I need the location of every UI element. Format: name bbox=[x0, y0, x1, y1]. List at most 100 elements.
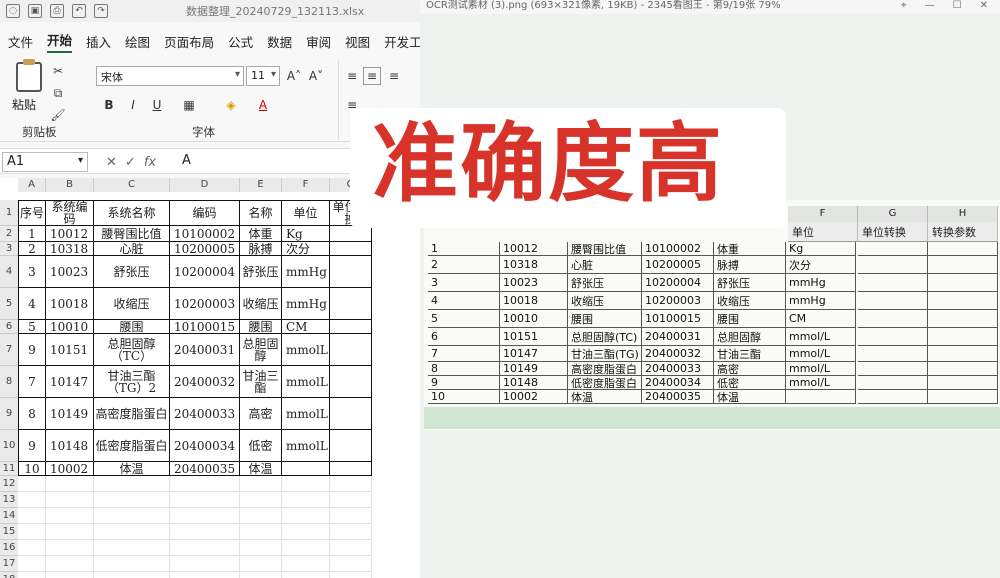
table-cell[interactable]: 10151 bbox=[46, 334, 94, 366]
paste-icon[interactable] bbox=[16, 59, 42, 92]
table-cell[interactable]: mmolL bbox=[282, 334, 330, 366]
table-cell[interactable]: mmHg bbox=[282, 256, 330, 288]
empty-cell[interactable] bbox=[282, 572, 330, 578]
table-cell[interactable]: 9 bbox=[18, 430, 46, 462]
table-cell[interactable]: 10147 bbox=[46, 366, 94, 398]
table-cell[interactable]: 20400031 bbox=[170, 334, 240, 366]
row-header[interactable]: 5 bbox=[0, 288, 18, 320]
empty-cell[interactable] bbox=[18, 556, 46, 572]
align-top-icon[interactable]: ≡ bbox=[343, 67, 361, 85]
table-cell[interactable]: 10 bbox=[18, 462, 46, 476]
empty-cell[interactable] bbox=[170, 540, 240, 556]
empty-cell[interactable] bbox=[330, 492, 372, 508]
table-cell[interactable]: 20400033 bbox=[170, 398, 240, 430]
table-cell[interactable]: CM bbox=[282, 320, 330, 334]
empty-cell[interactable] bbox=[94, 492, 170, 508]
empty-cell[interactable] bbox=[46, 572, 94, 578]
paste-button[interactable]: 粘贴 bbox=[12, 96, 36, 113]
empty-cell[interactable] bbox=[282, 492, 330, 508]
empty-cell[interactable] bbox=[170, 492, 240, 508]
table-cell[interactable]: 20400035 bbox=[170, 462, 240, 476]
empty-cell[interactable] bbox=[282, 508, 330, 524]
bold-button[interactable]: B bbox=[100, 96, 118, 114]
column-header[interactable]: A bbox=[18, 178, 46, 192]
empty-cell[interactable] bbox=[240, 540, 282, 556]
empty-cell[interactable] bbox=[170, 508, 240, 524]
table-cell[interactable] bbox=[330, 242, 372, 256]
italic-button[interactable]: I bbox=[124, 96, 142, 114]
row-header[interactable]: 8 bbox=[0, 366, 18, 398]
table-cell[interactable]: 体温 bbox=[94, 462, 170, 476]
table-cell[interactable]: 10100015 bbox=[170, 320, 240, 334]
cancel-icon[interactable]: ✕ bbox=[106, 155, 117, 170]
row-header[interactable]: 11 bbox=[0, 462, 18, 476]
align-middle-icon[interactable]: ≡ bbox=[363, 67, 381, 85]
table-cell[interactable]: 10023 bbox=[46, 256, 94, 288]
empty-cell[interactable] bbox=[170, 556, 240, 572]
table-cell[interactable]: 低密度脂蛋白 bbox=[94, 430, 170, 462]
empty-cell[interactable] bbox=[18, 524, 46, 540]
border-icon[interactable]: ▦ bbox=[180, 96, 198, 114]
empty-cell[interactable] bbox=[240, 476, 282, 492]
column-header[interactable]: B bbox=[46, 178, 94, 192]
row-header[interactable]: 3 bbox=[0, 242, 18, 256]
ribbon-tab[interactable]: 公式 bbox=[228, 32, 253, 51]
table-cell[interactable]: Kg bbox=[282, 226, 330, 242]
table-cell[interactable]: 10100002 bbox=[170, 226, 240, 242]
row-header[interactable]: 12 bbox=[0, 476, 18, 492]
maximize-icon[interactable]: ☐ bbox=[953, 0, 962, 12]
ribbon-tab[interactable]: 文件 bbox=[8, 32, 33, 51]
empty-cell[interactable] bbox=[46, 492, 94, 508]
table-cell[interactable]: 收缩压 bbox=[240, 288, 282, 320]
grow-font-button[interactable]: A˄ bbox=[284, 67, 304, 85]
empty-cell[interactable] bbox=[330, 540, 372, 556]
empty-cell[interactable] bbox=[282, 524, 330, 540]
empty-cell[interactable] bbox=[18, 508, 46, 524]
empty-cell[interactable] bbox=[46, 524, 94, 540]
table-cell[interactable]: 10018 bbox=[46, 288, 94, 320]
save-icon[interactable]: ▣ bbox=[28, 4, 42, 18]
row-header[interactable]: 7 bbox=[0, 334, 18, 366]
formula-input[interactable]: A bbox=[182, 153, 191, 168]
table-cell[interactable]: 2 bbox=[18, 242, 46, 256]
ribbon-tab[interactable]: 开始 bbox=[47, 30, 73, 53]
empty-cell[interactable] bbox=[330, 508, 372, 524]
table-cell[interactable] bbox=[282, 462, 330, 476]
empty-cell[interactable] bbox=[240, 524, 282, 540]
table-cell[interactable]: 3 bbox=[18, 256, 46, 288]
table-cell[interactable]: 脉搏 bbox=[240, 242, 282, 256]
empty-cell[interactable] bbox=[94, 556, 170, 572]
table-cell[interactable]: 甘油三酯（TG）2 bbox=[94, 366, 170, 398]
table-cell[interactable]: 8 bbox=[18, 398, 46, 430]
table-cell[interactable]: mmolL bbox=[282, 430, 330, 462]
table-cell[interactable]: 高密 bbox=[240, 398, 282, 430]
table-cell[interactable]: 7 bbox=[18, 366, 46, 398]
table-cell[interactable]: 10012 bbox=[46, 226, 94, 242]
ribbon-tab[interactable]: 页面布局 bbox=[164, 32, 214, 51]
empty-cell[interactable] bbox=[18, 572, 46, 578]
column-header[interactable]: D bbox=[170, 178, 240, 192]
table-cell[interactable]: 10200003 bbox=[170, 288, 240, 320]
row-header[interactable]: 10 bbox=[0, 430, 18, 462]
table-header-cell[interactable]: 系统编码 bbox=[46, 200, 94, 226]
ribbon-tab[interactable]: 绘图 bbox=[125, 32, 150, 51]
table-cell[interactable]: 腰围 bbox=[94, 320, 170, 334]
table-cell[interactable]: 1 bbox=[18, 226, 46, 242]
table-cell[interactable]: mmolL bbox=[282, 398, 330, 430]
table-cell[interactable]: 高密度脂蛋白 bbox=[94, 398, 170, 430]
cut-icon[interactable]: ✂ bbox=[50, 64, 66, 78]
empty-cell[interactable] bbox=[18, 540, 46, 556]
table-cell[interactable]: 4 bbox=[18, 288, 46, 320]
empty-cell[interactable] bbox=[282, 476, 330, 492]
ribbon-tab[interactable]: 视图 bbox=[345, 32, 370, 51]
table-cell[interactable]: 舒张压 bbox=[240, 256, 282, 288]
table-header-cell[interactable]: 名称 bbox=[240, 200, 282, 226]
table-cell[interactable] bbox=[330, 462, 372, 476]
row-header[interactable]: 17 bbox=[0, 556, 18, 572]
autosave-icon[interactable]: ◌ bbox=[6, 4, 20, 18]
font-color-button[interactable]: A bbox=[254, 96, 272, 114]
empty-cell[interactable] bbox=[240, 508, 282, 524]
empty-cell[interactable] bbox=[46, 508, 94, 524]
table-cell[interactable]: 次分 bbox=[282, 242, 330, 256]
empty-cell[interactable] bbox=[94, 572, 170, 578]
